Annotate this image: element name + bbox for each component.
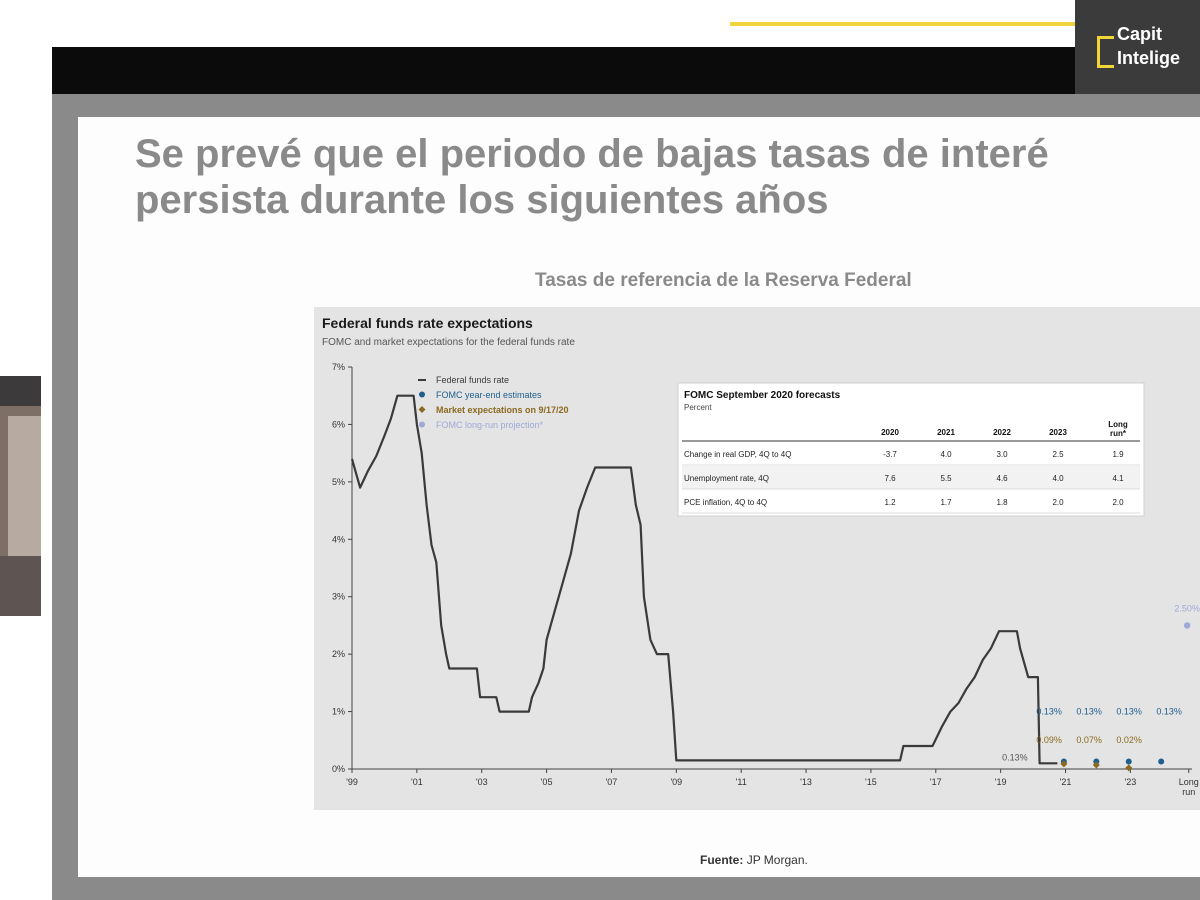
market-expectation-label: 0.07% <box>1076 735 1102 745</box>
table-cell: 3.0 <box>996 450 1008 459</box>
table-cell: 2.0 <box>1112 498 1124 507</box>
source-note: Fuente: JP Morgan. <box>700 853 808 867</box>
y-tick-label: 1% <box>332 707 345 717</box>
slide-subtitle: Tasas de referencia de la Reserva Federa… <box>535 270 912 291</box>
fomc-estimate-label: 0.13% <box>1156 706 1182 716</box>
table-cell: -3.7 <box>883 450 897 459</box>
y-tick-label: 4% <box>332 534 345 544</box>
slide-title: Se prevé que el periodo de bajas tasas d… <box>135 131 1200 223</box>
x-tick-label: '19 <box>995 777 1007 787</box>
slide-title-line-2: persista durante los siguientes años <box>135 178 829 222</box>
chart-title: Federal funds rate expectations <box>322 315 533 331</box>
chart-subtitle: FOMC and market expectations for the fed… <box>322 337 575 348</box>
x-tick-label: '09 <box>670 777 682 787</box>
long-run-projection-label: 2.50% <box>1174 603 1200 613</box>
table-header: 2023 <box>1049 428 1067 437</box>
legend-dot-swatch <box>419 421 425 428</box>
y-tick-label: 2% <box>332 649 345 659</box>
table-cell: 1.7 <box>940 498 952 507</box>
table-title: FOMC September 2020 forecasts <box>684 390 841 401</box>
legend-label: Federal funds rate <box>436 375 509 385</box>
fomc-estimate-point <box>1158 758 1165 765</box>
table-cell: 4.6 <box>996 474 1008 483</box>
table-cell: 2.0 <box>1052 498 1064 507</box>
table-cell: 2.5 <box>1052 450 1064 459</box>
table-cell: 7.6 <box>884 474 896 483</box>
forecast-table: FOMC September 2020 forecasts Percent 2020… <box>677 382 1145 517</box>
chart-panel: Federal funds rate expectations FOMC and… <box>314 307 1200 810</box>
y-tick-label: 3% <box>332 592 345 602</box>
x-tick-label: '99 <box>346 777 358 787</box>
table-cell: 5.5 <box>940 474 952 483</box>
x-tick-label: '13 <box>800 777 812 787</box>
current-rate-label: 0.13% <box>1002 752 1028 762</box>
fomc-estimate-label: 0.13% <box>1076 706 1102 716</box>
fed-funds-chart: Federal funds rate expectations FOMC and… <box>322 315 1200 797</box>
x-tick-label: '03 <box>476 777 488 787</box>
webcam-thumbnail <box>0 376 41 616</box>
x-tick-label: '07 <box>606 777 618 787</box>
source-value: JP Morgan. <box>746 853 808 867</box>
table-cell: 4.0 <box>1052 474 1064 483</box>
legend-diamond-swatch <box>418 406 426 413</box>
market-expectation-point <box>1125 764 1133 772</box>
top-bar <box>52 47 1075 94</box>
logo-text-line-1: Capit <box>1117 24 1162 44</box>
x-tick-label: '01 <box>411 777 423 787</box>
y-tick-label: 6% <box>332 419 345 429</box>
table-header: 2021 <box>937 428 955 437</box>
table-row-label: Change in real GDP, 4Q to 4Q <box>684 450 791 459</box>
long-run-projection-point <box>1183 622 1191 629</box>
slide-title-line-1: Se prevé que el periodo de bajas tasas d… <box>135 132 1049 176</box>
table-header: 2020 <box>881 428 899 437</box>
market-expectation-label: 0.02% <box>1116 735 1142 745</box>
table-cell: 1.9 <box>1112 450 1124 459</box>
brand-logo: Capit Intelige <box>1075 0 1200 100</box>
x-tick-label: Long <box>1179 777 1199 787</box>
x-tick-label: '15 <box>865 777 877 787</box>
y-tick-label: 0% <box>332 764 345 774</box>
x-tick-label: '21 <box>1060 777 1072 787</box>
table-header: 2022 <box>993 428 1011 437</box>
legend-label: FOMC long-run projection* <box>436 420 544 430</box>
y-tick-label: 5% <box>332 477 345 487</box>
table-header: run* <box>1110 429 1127 438</box>
x-tick-label: '17 <box>930 777 942 787</box>
market-expectation-label: 0.09% <box>1036 735 1062 745</box>
fomc-estimate-point <box>1125 758 1132 765</box>
table-cell: 4.0 <box>940 450 952 459</box>
chart-legend: Federal funds rate FOMC year-end estimate… <box>418 375 569 430</box>
x-tick-label: '11 <box>736 777 747 787</box>
table-cell: 1.2 <box>884 498 896 507</box>
table-cell: 1.8 <box>996 498 1008 507</box>
fomc-estimate-label: 0.13% <box>1116 706 1142 716</box>
logo-text-line-2: Intelige <box>1117 48 1181 68</box>
legend-dot-swatch <box>419 391 425 398</box>
legend-label: Market expectations on 9/17/20 <box>436 405 569 415</box>
source-label: Fuente: <box>700 853 744 867</box>
fomc-estimate-label: 0.13% <box>1036 706 1062 716</box>
x-tick-label: run <box>1182 787 1195 797</box>
table-subtitle: Percent <box>684 403 712 412</box>
table-header: Long <box>1108 420 1128 429</box>
table-row-label: PCE inflation, 4Q to 4Q <box>684 498 767 507</box>
table-cell: 4.1 <box>1112 474 1124 483</box>
slide: Se prevé que el periodo de bajas tasas d… <box>78 117 1200 877</box>
y-tick-label: 7% <box>332 362 345 372</box>
x-tick-label: '23 <box>1125 777 1137 787</box>
accent-line <box>730 22 1075 26</box>
table-row-label: Unemployment rate, 4Q <box>684 474 769 483</box>
logo-bracket-icon <box>1097 36 1114 68</box>
x-tick-label: '05 <box>541 777 553 787</box>
legend-label: FOMC year-end estimates <box>436 390 542 400</box>
chart-markers: 0.13% 0.13% 0.13% 0.13% 0.09% 0.07% 0.02% 2.50%… <box>1002 603 1200 772</box>
